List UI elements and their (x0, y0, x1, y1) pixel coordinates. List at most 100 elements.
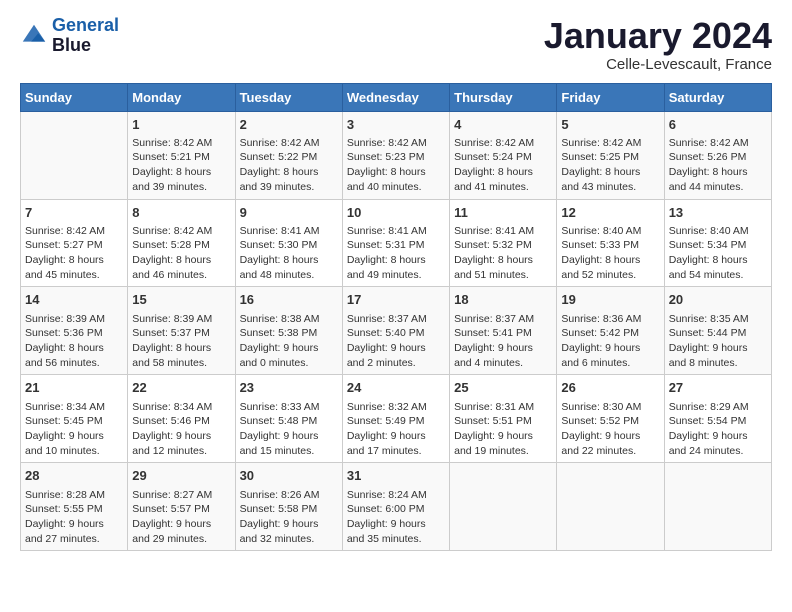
calendar-cell: 4Sunrise: 8:42 AMSunset: 5:24 PMDaylight… (450, 111, 557, 199)
calendar-week-row: 28Sunrise: 8:28 AMSunset: 5:55 PMDayligh… (21, 463, 772, 551)
calendar-cell (557, 463, 664, 551)
calendar-cell: 19Sunrise: 8:36 AMSunset: 5:42 PMDayligh… (557, 287, 664, 375)
cell-info: Sunrise: 8:31 AM (454, 400, 552, 415)
main-title: January 2024 (544, 16, 772, 56)
cell-info: Sunrise: 8:24 AM (347, 488, 445, 503)
day-number: 28 (25, 467, 123, 485)
cell-info: Daylight: 8 hours (25, 341, 123, 356)
logo-icon (20, 22, 48, 50)
calendar-cell: 16Sunrise: 8:38 AMSunset: 5:38 PMDayligh… (235, 287, 342, 375)
cell-info: Sunrise: 8:27 AM (132, 488, 230, 503)
calendar-cell (450, 463, 557, 551)
day-number: 10 (347, 204, 445, 222)
cell-info: Sunset: 5:24 PM (454, 150, 552, 165)
page-header: General Blue January 2024 Celle-Levescau… (20, 16, 772, 73)
cell-info: and 22 minutes. (561, 444, 659, 459)
cell-info: Daylight: 9 hours (240, 341, 338, 356)
day-number: 23 (240, 379, 338, 397)
cell-info: and 32 minutes. (240, 532, 338, 547)
calendar-cell: 3Sunrise: 8:42 AMSunset: 5:23 PMDaylight… (342, 111, 449, 199)
cell-info: and 35 minutes. (347, 532, 445, 547)
cell-info: Daylight: 8 hours (132, 253, 230, 268)
cell-info: and 46 minutes. (132, 268, 230, 283)
cell-info: Daylight: 8 hours (240, 253, 338, 268)
cell-info: and 39 minutes. (240, 180, 338, 195)
cell-info: Sunrise: 8:37 AM (454, 312, 552, 327)
cell-info: and 48 minutes. (240, 268, 338, 283)
cell-info: and 0 minutes. (240, 356, 338, 371)
cell-info: and 51 minutes. (454, 268, 552, 283)
calendar-cell: 28 Sunrise: 8:28 AMSunset: 5:55 PMDayligh… (21, 463, 128, 551)
calendar-week-row: 14Sunrise: 8:39 AMSunset: 5:36 PMDayligh… (21, 287, 772, 375)
cell-info: and 52 minutes. (561, 268, 659, 283)
calendar-table: SundayMondayTuesdayWednesdayThursdayFrid… (20, 83, 772, 552)
day-number: 2 (240, 116, 338, 134)
calendar-day-header: Wednesday (342, 83, 449, 111)
cell-info: Sunrise: 8:42 AM (454, 136, 552, 151)
title-block: January 2024 Celle-Levescault, France (544, 16, 772, 73)
cell-info: Sunset: 5:55 PM (25, 502, 123, 517)
day-number: 30 (240, 467, 338, 485)
cell-info: and 6 minutes. (561, 356, 659, 371)
cell-info: and 49 minutes. (347, 268, 445, 283)
cell-info: Sunrise: 8:36 AM (561, 312, 659, 327)
cell-info: Daylight: 8 hours (561, 253, 659, 268)
cell-info: Sunset: 5:44 PM (669, 326, 767, 341)
cell-info: Sunset: 5:32 PM (454, 238, 552, 253)
cell-info: Sunset: 5:37 PM (132, 326, 230, 341)
cell-info: Sunset: 5:33 PM (561, 238, 659, 253)
cell-info: Daylight: 9 hours (25, 517, 123, 532)
calendar-cell: 6Sunrise: 8:42 AMSunset: 5:26 PMDaylight… (664, 111, 771, 199)
calendar-cell: 1Sunrise: 8:42 AMSunset: 5:21 PMDaylight… (128, 111, 235, 199)
cell-info: and 2 minutes. (347, 356, 445, 371)
cell-info: and 12 minutes. (132, 444, 230, 459)
cell-info: Sunrise: 8:40 AM (561, 224, 659, 239)
cell-info: Daylight: 9 hours (25, 429, 123, 444)
calendar-header-row: SundayMondayTuesdayWednesdayThursdayFrid… (21, 83, 772, 111)
cell-info: Sunset: 5:45 PM (25, 414, 123, 429)
cell-info: Sunrise: 8:41 AM (240, 224, 338, 239)
cell-info: Daylight: 9 hours (132, 429, 230, 444)
cell-info: Daylight: 9 hours (454, 429, 552, 444)
cell-info: Sunset: 5:42 PM (561, 326, 659, 341)
cell-info: Sunrise: 8:42 AM (132, 224, 230, 239)
cell-info: and 10 minutes. (25, 444, 123, 459)
calendar-cell: 24Sunrise: 8:32 AMSunset: 5:49 PMDayligh… (342, 375, 449, 463)
calendar-cell: 29Sunrise: 8:27 AMSunset: 5:57 PMDayligh… (128, 463, 235, 551)
cell-info: Sunrise: 8:26 AM (240, 488, 338, 503)
calendar-cell: 22Sunrise: 8:34 AMSunset: 5:46 PMDayligh… (128, 375, 235, 463)
cell-info: Sunset: 5:40 PM (347, 326, 445, 341)
day-number: 20 (669, 291, 767, 309)
cell-info: Sunrise: 8:41 AM (454, 224, 552, 239)
day-number: 14 (25, 291, 123, 309)
day-number: 22 (132, 379, 230, 397)
calendar-cell: 23Sunrise: 8:33 AMSunset: 5:48 PMDayligh… (235, 375, 342, 463)
cell-info: Sunrise: 8:42 AM (240, 136, 338, 151)
day-number: 25 (454, 379, 552, 397)
calendar-day-header: Friday (557, 83, 664, 111)
cell-info: Sunset: 5:54 PM (669, 414, 767, 429)
cell-info: Sunrise: 8:42 AM (561, 136, 659, 151)
cell-info: Daylight: 9 hours (240, 517, 338, 532)
logo-text: General Blue (52, 16, 119, 56)
day-number: 5 (561, 116, 659, 134)
calendar-cell: 5Sunrise: 8:42 AMSunset: 5:25 PMDaylight… (557, 111, 664, 199)
cell-info: and 8 minutes. (669, 356, 767, 371)
cell-info: and 29 minutes. (132, 532, 230, 547)
cell-info: and 40 minutes. (347, 180, 445, 195)
day-number: 9 (240, 204, 338, 222)
calendar-cell: 9 Sunrise: 8:41 AMSunset: 5:30 PMDaylight… (235, 199, 342, 287)
cell-info: Daylight: 8 hours (561, 165, 659, 180)
cell-info: and 45 minutes. (25, 268, 123, 283)
calendar-cell: 18Sunrise: 8:37 AMSunset: 5:41 PMDayligh… (450, 287, 557, 375)
cell-info: Daylight: 9 hours (347, 517, 445, 532)
cell-info: Daylight: 9 hours (454, 341, 552, 356)
cell-info: Sunset: 5:38 PM (240, 326, 338, 341)
cell-info: Sunset: 5:30 PM (240, 238, 338, 253)
cell-info: Sunrise: 8:28 AM (25, 488, 123, 503)
cell-info: Sunrise: 8:30 AM (561, 400, 659, 415)
calendar-cell: 10Sunrise: 8:41 AMSunset: 5:31 PMDayligh… (342, 199, 449, 287)
cell-info: Sunrise: 8:42 AM (25, 224, 123, 239)
cell-info: and 56 minutes. (25, 356, 123, 371)
day-number: 11 (454, 204, 552, 222)
